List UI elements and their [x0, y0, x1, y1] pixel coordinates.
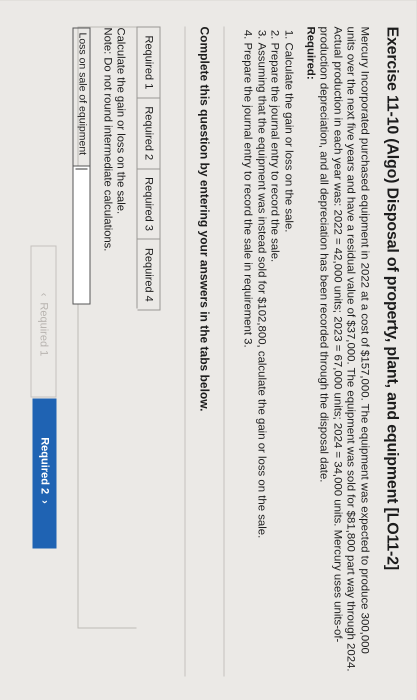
requirement-item: Assuming that the equipment was instead … [254, 43, 267, 677]
tab-required-2[interactable]: Required 2 [137, 97, 161, 170]
requirement-item: Prepare the journal entry to record the … [267, 43, 281, 677]
answer-row: Loss on sale of equipment [72, 27, 91, 305]
exercise-description: Mercury Incorporated purchased equipment… [317, 26, 371, 672]
next-requirement-button[interactable]: Required 2 › [32, 398, 57, 549]
previous-requirement-button[interactable]: ‹ Required 1 [30, 245, 57, 398]
requirement-item: Prepare the journal entry to record the … [241, 43, 254, 677]
answer-input[interactable] [73, 166, 90, 304]
requirement-item: Calculate the gain or loss on the sale. [281, 43, 294, 677]
required-heading: Required: [304, 26, 317, 80]
divider [184, 26, 186, 677]
panel-note: Note: Do not round intermediate calculat… [101, 27, 114, 252]
screenshot-stage: Exercise 11-10 (Algo) Disposal of proper… [0, 0, 417, 700]
answer-label: Loss on sale of equipment [73, 28, 90, 167]
divider [223, 26, 225, 677]
next-button-label: Required 2 [38, 437, 51, 495]
tab-required-4[interactable]: Required 4 [137, 238, 161, 311]
previous-button-label: Required 1 [37, 302, 50, 357]
tab-panel: Calculate the gain or loss on the sale. … [72, 26, 137, 629]
question-page: Exercise 11-10 (Algo) Disposal of proper… [0, 0, 417, 700]
exercise-title: Exercise 11-10 (Algo) Disposal of proper… [383, 26, 401, 570]
requirement-navigation: ‹ Required 1 Required 2 › [30, 245, 57, 549]
chevron-right-icon: › [38, 500, 51, 504]
question-content: Exercise 11-10 (Algo) Disposal of proper… [72, 26, 401, 677]
panel-instruction: Calculate the gain or loss on the sale. [114, 27, 127, 215]
text-caret [75, 168, 88, 170]
tab-required-1[interactable]: Required 1 [137, 26, 161, 99]
tab-required-3[interactable]: Required 3 [137, 168, 161, 240]
instructions-text: Complete this question by entering your … [197, 26, 212, 412]
chevron-left-icon: ‹ [37, 292, 50, 297]
requirements-list: Calculate the gain or loss on the sale. … [241, 27, 294, 677]
requirement-tabs: Required 1 Required 2 Required 3 Require… [136, 26, 161, 311]
